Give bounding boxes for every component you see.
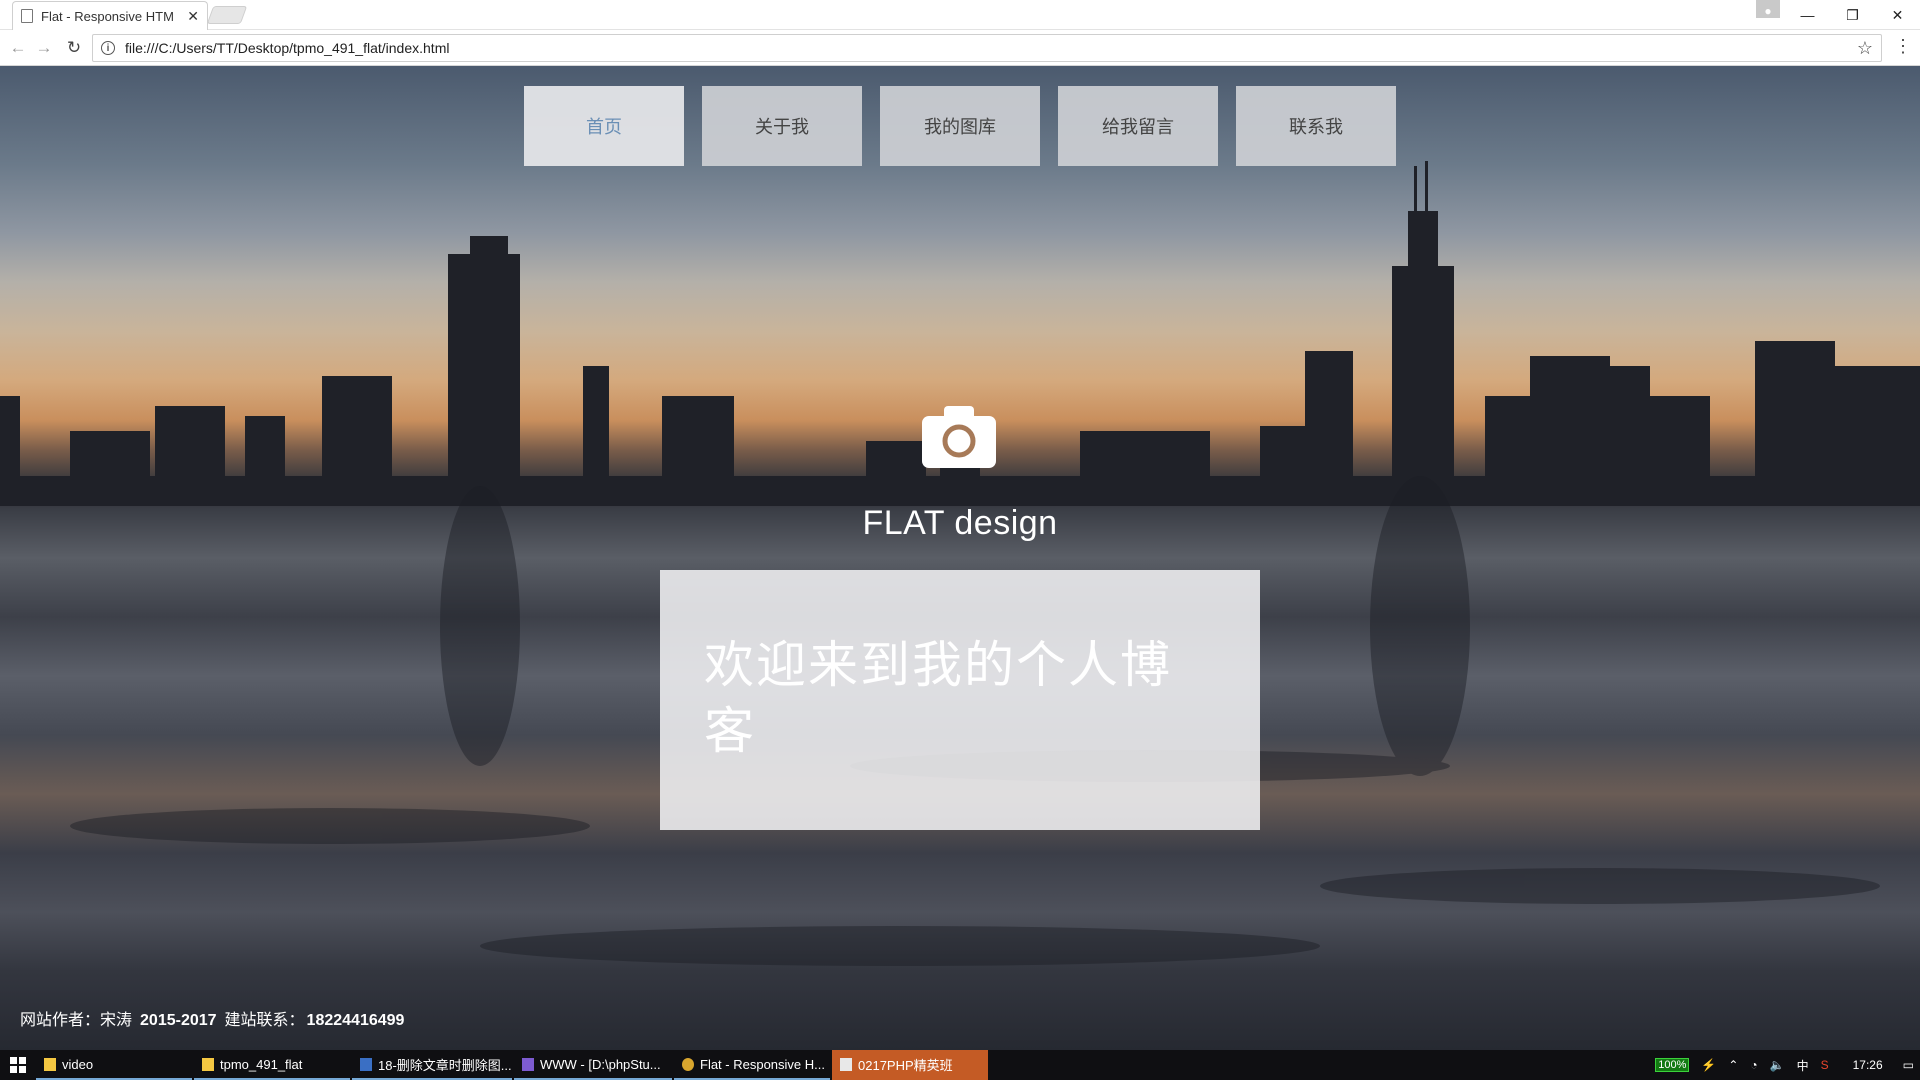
taskbar-item-label: Flat - Responsive H... (700, 1056, 825, 1072)
network-icon[interactable]: ◔ (1750, 1058, 1757, 1072)
footer-contact-label: 建站联系： (224, 1012, 305, 1029)
welcome-panel: 欢迎来到我的个人博客 (660, 570, 1260, 830)
restore-button[interactable]: ❐ (1830, 0, 1875, 30)
minimize-button[interactable]: — (1785, 0, 1830, 30)
taskbar-item-chrome[interactable]: Flat - Responsive H... (674, 1050, 830, 1080)
camera-icon (922, 406, 996, 468)
tray-expand-icon[interactable]: ⌃ (1728, 1058, 1738, 1072)
nav-item-message[interactable]: 给我留言 (1058, 86, 1218, 166)
new-tab-button[interactable] (206, 6, 248, 24)
sogou-icon[interactable]: S (1821, 1058, 1829, 1072)
water-reflection-background (70, 476, 1880, 966)
page-viewport: 首页 关于我 我的图库 给我留言 联系我 FLAT design 欢迎来到我的个… (0, 66, 1920, 1050)
system-tray: 100% ⚡ ⌃ ◔ 🔈 中 S 17:26 ▭ (1649, 1050, 1920, 1080)
windows-logo-icon (10, 1057, 26, 1073)
battery-indicator[interactable]: 100% (1655, 1058, 1690, 1072)
taskbar-item-video[interactable]: video (36, 1050, 192, 1080)
footer-author: 网站作者：宋涛 (20, 1012, 133, 1029)
taskbar-item-label: 0217PHP精英班 (858, 1057, 953, 1073)
taskbar-item-folder[interactable]: tpmo_491_flat (194, 1050, 350, 1080)
profile-icon[interactable]: ● (1756, 0, 1780, 18)
window-controls: — ❐ ✕ (1785, 0, 1920, 30)
main-navigation: 首页 关于我 我的图库 给我留言 联系我 (524, 86, 1396, 166)
bookmark-star-icon[interactable]: ☆ (1857, 38, 1873, 59)
back-arrow-icon[interactable]: ← (6, 36, 30, 60)
folder-icon (202, 1057, 214, 1071)
taskbar-item-ide[interactable]: WWW - [D:\phpStu... (514, 1050, 672, 1080)
info-icon[interactable]: i (101, 41, 115, 55)
nav-item-gallery[interactable]: 我的图库 (880, 86, 1040, 166)
browser-toolbar: ← → ↻ i file:///C:/Users/TT/Desktop/tpmo… (0, 30, 1920, 66)
nav-item-about[interactable]: 关于我 (702, 86, 862, 166)
clock[interactable]: 17:26 (1853, 1058, 1883, 1072)
close-window-button[interactable]: ✕ (1875, 0, 1920, 30)
site-title: FLAT design (862, 504, 1058, 542)
taskbar-item-label: WWW - [D:\phpStu... (540, 1056, 661, 1072)
taskbar-item-label: video (62, 1056, 94, 1072)
footer-years: 2015-2017 (140, 1012, 217, 1029)
browser-titlebar: Flat - Responsive HTM ✕ ● — ❐ ✕ (0, 0, 1920, 30)
address-input[interactable]: i file:///C:/Users/TT/Desktop/tpmo_491_f… (92, 34, 1882, 62)
chrome-icon (682, 1057, 694, 1071)
notification-icon[interactable]: ▭ (1903, 1058, 1914, 1072)
charging-icon: ⚡ (1701, 1058, 1717, 1072)
reload-icon[interactable]: ↻ (62, 36, 86, 60)
nav-item-home[interactable]: 首页 (524, 86, 684, 166)
browser-menu-icon[interactable]: ⋮ (1894, 36, 1912, 57)
folder-icon (44, 1057, 56, 1071)
windows-start-button[interactable] (0, 1050, 36, 1080)
footer-phone: 18224416499 (306, 1012, 405, 1029)
windows-taskbar: video tpmo_491_flat 18-删除文章时删除图... WWW -… (0, 1050, 1920, 1080)
tab-title: Flat - Responsive HTM (41, 8, 174, 24)
taskbar-item-app[interactable]: 0217PHP精英班 (832, 1050, 988, 1080)
footer-info: 网站作者：宋涛 2015-2017 建站联系： 18224416499 (20, 1006, 412, 1030)
nav-item-contact[interactable]: 联系我 (1236, 86, 1396, 166)
browser-tab[interactable]: Flat - Responsive HTM ✕ (12, 1, 208, 30)
volume-icon[interactable]: 🔈 (1770, 1058, 1785, 1072)
forward-arrow-icon[interactable]: → (32, 36, 56, 60)
page-icon (21, 9, 33, 23)
taskbar-item-document[interactable]: 18-删除文章时删除图... (352, 1050, 512, 1080)
taskbar-item-label: tpmo_491_flat (220, 1056, 303, 1072)
tab-close-icon[interactable]: ✕ (187, 8, 199, 25)
ide-icon (522, 1057, 534, 1071)
url-text: file:///C:/Users/TT/Desktop/tpmo_491_fla… (125, 40, 450, 56)
app-icon (840, 1057, 852, 1071)
ime-indicator[interactable]: 中 (1797, 1057, 1809, 1074)
document-icon (360, 1057, 372, 1071)
welcome-text: 欢迎来到我的个人博客 (704, 636, 1172, 760)
taskbar-item-label: 18-删除文章时删除图... (378, 1057, 512, 1073)
